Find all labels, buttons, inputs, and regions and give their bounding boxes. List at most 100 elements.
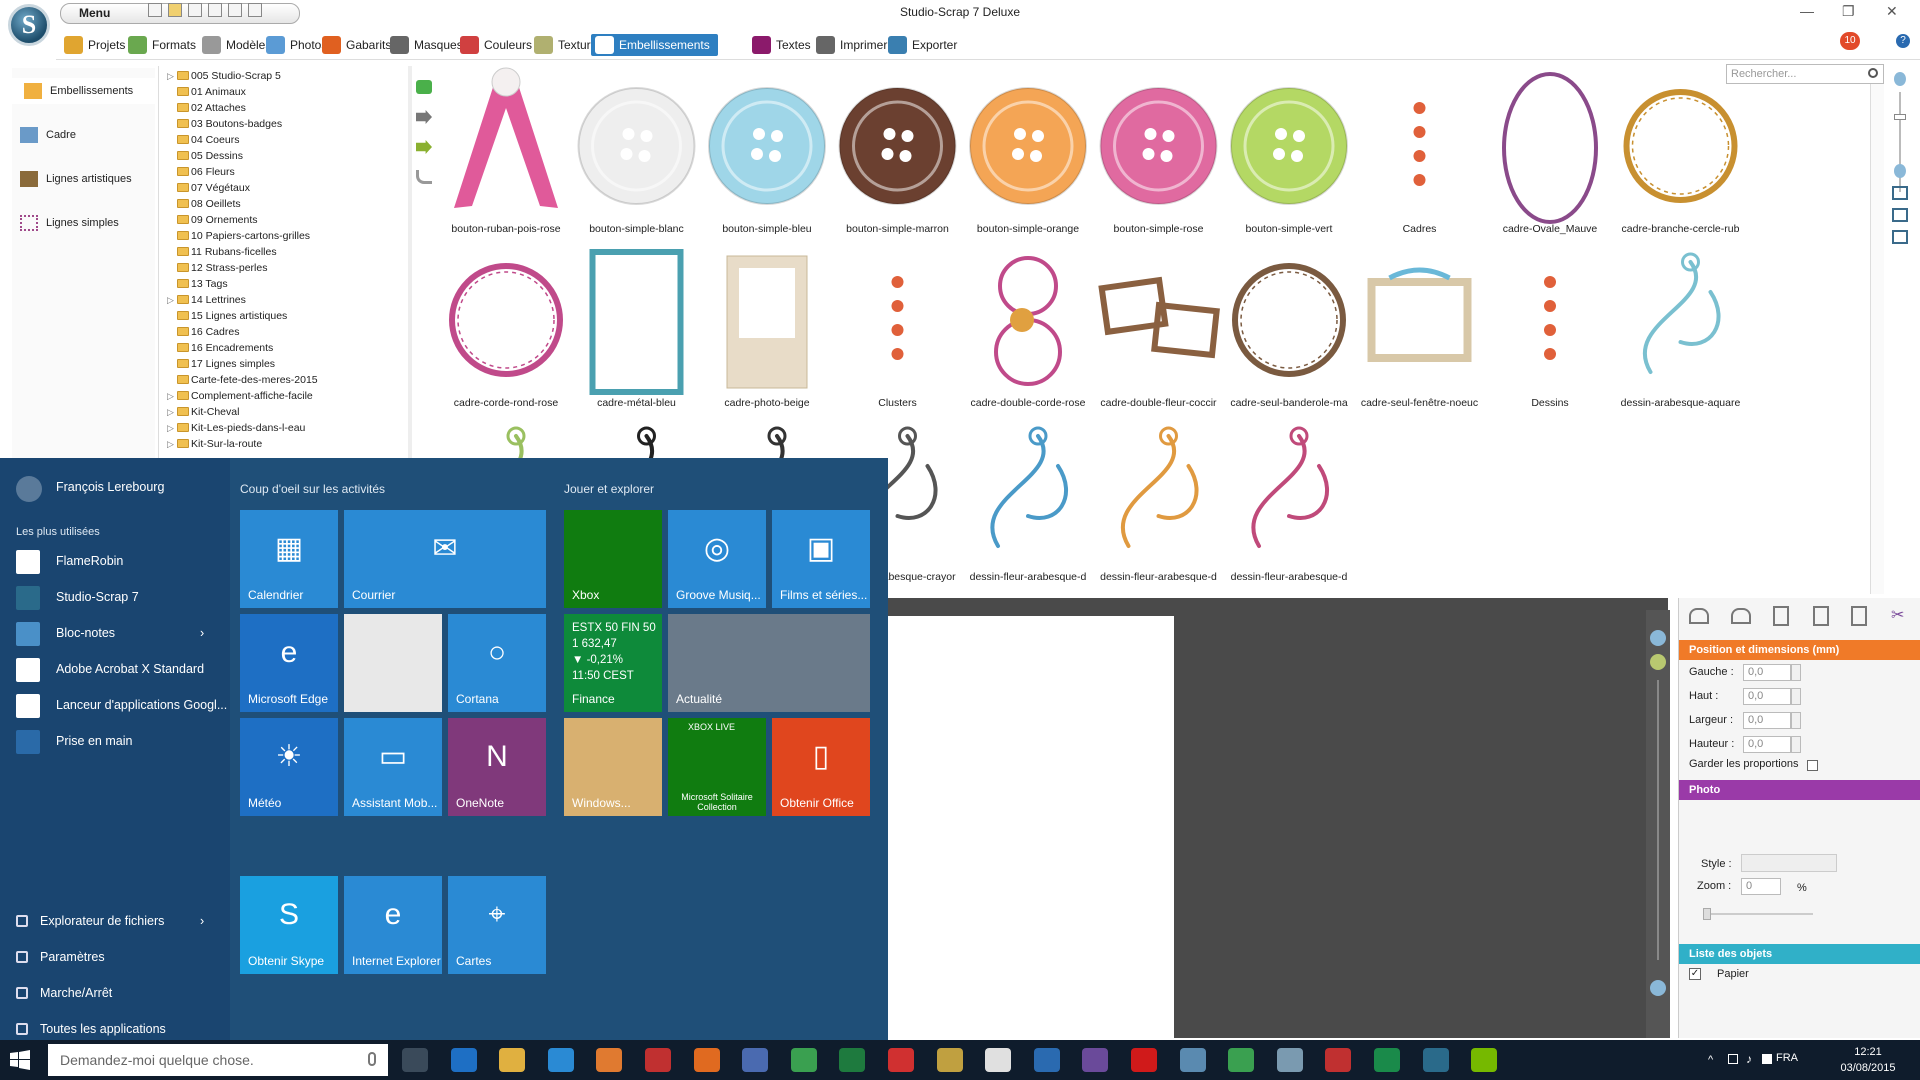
tile-films-et-series[interactable]: ▣ Films et séries...: [772, 510, 870, 608]
expand-arrow-icon[interactable]: ▷: [167, 436, 174, 452]
spinner-icon[interactable]: [1791, 688, 1801, 705]
position-header[interactable]: Position et dimensions (mm): [1679, 640, 1920, 660]
largeur-input[interactable]: 0,0: [1743, 712, 1791, 729]
tab-embellissements[interactable]: Embellissements: [591, 34, 718, 56]
tree-folder[interactable]: 15 Lignes artistiques: [167, 308, 287, 324]
tree-folder[interactable]: 11 Rubans-ficelles: [167, 244, 277, 260]
expand-arrow-icon[interactable]: ▷: [167, 420, 174, 436]
import-icon[interactable]: [416, 140, 432, 154]
box-icon[interactable]: [1179, 1048, 1206, 1072]
flamerobin-icon[interactable]: [645, 1048, 671, 1072]
gallery-item[interactable]: cadre-corde-rond-rose: [449, 263, 563, 409]
presentation-icon[interactable]: [1033, 1048, 1060, 1072]
tile-solitaire-icon[interactable]: XBOX LIVE Microsoft Solitaire Collection: [668, 718, 766, 816]
tree-folder[interactable]: ▷ 14 Lettrines: [167, 292, 246, 308]
gallery-item[interactable]: cadre-photo-beige: [724, 255, 810, 409]
nav-lignes-simples[interactable]: Lignes simples: [20, 210, 119, 236]
tree-folder[interactable]: ▷ Kit-Sur-la-route: [167, 436, 262, 452]
gallery-item[interactable]: bouton-simple-orange: [969, 87, 1087, 235]
tree-folder[interactable]: ▷ Complement-affiche-facile: [167, 388, 313, 404]
refresh-icon[interactable]: [416, 170, 432, 184]
gallery-item[interactable]: cadre-double-corde-rose: [971, 256, 1086, 409]
zoom-out-icon[interactable]: [1894, 164, 1906, 178]
gallery-item[interactable]: bouton-ruban-pois-rose: [451, 67, 561, 235]
tile-finance[interactable]: Finance ESTX 50 FIN 50 1 632,47 ▼ -0,21% 11:…: [564, 614, 662, 712]
gallery-item[interactable]: dessin-arabesque-aquare: [1621, 252, 1741, 409]
tree-folder[interactable]: 10 Papiers-cartons-grilles: [167, 228, 310, 244]
red-app-icon[interactable]: [888, 1048, 914, 1072]
object-visible-checkbox[interactable]: ✓: [1689, 968, 1701, 980]
keep-ratio-checkbox[interactable]: [1807, 760, 1818, 771]
grid-view-small-icon[interactable]: [1892, 230, 1908, 244]
expand-arrow-icon[interactable]: ▷: [167, 68, 174, 84]
file-explorer-icon[interactable]: [499, 1048, 526, 1072]
tile-assistant-mob[interactable]: ▭ Assistant Mob...: [344, 718, 442, 816]
minimize-icon[interactable]: —: [1800, 3, 1814, 19]
gallery-item[interactable]: dessin-fleur-arabesque-d: [970, 426, 1087, 583]
redo-icon[interactable]: [1731, 608, 1751, 624]
tree-folder[interactable]: 04 Coeurs: [167, 132, 239, 148]
tree-folder[interactable]: 16 Cadres: [167, 324, 239, 340]
zoom-in-icon[interactable]: [1894, 72, 1906, 86]
tab-modeles[interactable]: Modèles: [202, 34, 271, 56]
tile-obtenir-skype[interactable]: S Obtenir Skype: [240, 876, 338, 974]
canvas-zoom-track[interactable]: [1657, 680, 1659, 960]
add-icon[interactable]: [416, 80, 432, 94]
expand-arrow-icon[interactable]: ▷: [167, 388, 174, 404]
tile-xbox[interactable]: Xbox: [564, 510, 662, 608]
tab-projets[interactable]: Projets: [64, 34, 125, 56]
network-icon[interactable]: [742, 1048, 769, 1072]
zoom-slider-handle[interactable]: [1894, 114, 1906, 120]
tile-map-image-icon[interactable]: [344, 614, 442, 712]
tab-exporter[interactable]: Exporter: [888, 34, 957, 56]
paste-icon[interactable]: [1851, 606, 1867, 626]
hauteur-input[interactable]: 0,0: [1743, 736, 1791, 753]
tab-imprimer[interactable]: Imprimer: [816, 34, 887, 56]
tile-windows[interactable]: Windows...: [564, 718, 662, 816]
gallery-scrollbar[interactable]: [1870, 66, 1884, 594]
zoom-slider[interactable]: [1703, 913, 1813, 915]
chevron-right-icon[interactable]: ›: [200, 618, 204, 648]
gallery-item[interactable]: cadre-branche-cercle-rub: [1622, 89, 1740, 235]
start-parametres[interactable]: Paramètres: [16, 942, 105, 972]
store-icon[interactable]: [547, 1048, 574, 1072]
tree-folder[interactable]: 16 Encadrements: [167, 340, 273, 356]
tab-photos[interactable]: Photos: [266, 34, 327, 56]
zoom-fit-icon[interactable]: [1650, 654, 1666, 670]
tab-gabarits[interactable]: Gabarits: [322, 34, 391, 56]
windows-start-icon[interactable]: [10, 1050, 30, 1070]
tree-folder[interactable]: 03 Boutons-badges: [167, 116, 282, 132]
tools-icon[interactable]: [936, 1048, 963, 1072]
gallery-item[interactable]: cadre-Ovale_Mauve: [1502, 72, 1598, 235]
tree-folder[interactable]: ▷ Kit-Les-pieds-dans-l-eau: [167, 420, 305, 436]
tree-folder[interactable]: 12 Strass-perles: [167, 260, 267, 276]
opera-icon[interactable]: [1131, 1048, 1157, 1072]
cortana-search[interactable]: Demandez-moi quelque chose.: [48, 1044, 388, 1076]
tab-couleurs[interactable]: Couleurs: [460, 34, 532, 56]
style-select[interactable]: [1741, 854, 1837, 872]
zoom-out-icon[interactable]: [1650, 980, 1666, 996]
gallery-item[interactable]: bouton-simple-vert: [1230, 87, 1348, 235]
tree-folder[interactable]: 07 Végétaux: [167, 180, 250, 196]
zoom-input[interactable]: 0: [1741, 878, 1781, 895]
copy-icon[interactable]: [1773, 606, 1789, 626]
gauche-input[interactable]: 0,0: [1743, 664, 1791, 681]
gallery-item[interactable]: cadre-seul-fenêtre-noeuc: [1361, 267, 1478, 409]
gallery-item[interactable]: Dessins: [1531, 276, 1569, 409]
duplicate-icon[interactable]: [1813, 606, 1829, 626]
firefox-icon[interactable]: [693, 1048, 720, 1072]
gallery-item[interactable]: cadre-double-fleur-coccir: [1098, 276, 1220, 409]
tile-internet-explorer[interactable]: e Internet Explorer: [344, 876, 442, 974]
user-name[interactable]: François Lerebourg: [16, 472, 164, 502]
tree-folder[interactable]: 05 Dessins: [167, 148, 243, 164]
paper-canvas[interactable]: [888, 616, 1174, 1038]
tab-masques[interactable]: Masques: [390, 34, 463, 56]
scissors-icon[interactable]: ✂: [1891, 608, 1909, 624]
tile-onenote[interactable]: N OneNote: [448, 718, 546, 816]
tree-folder[interactable]: Carte-fete-des-meres-2015: [167, 372, 318, 388]
leaf-icon[interactable]: [1374, 1048, 1400, 1072]
start-app-studio-scrap-7[interactable]: Studio-Scrap 7: [16, 582, 139, 612]
tree-folder[interactable]: 08 Oeillets: [167, 196, 241, 212]
search-input[interactable]: Rechercher...: [1726, 64, 1884, 84]
task-view-icon[interactable]: [402, 1048, 428, 1072]
